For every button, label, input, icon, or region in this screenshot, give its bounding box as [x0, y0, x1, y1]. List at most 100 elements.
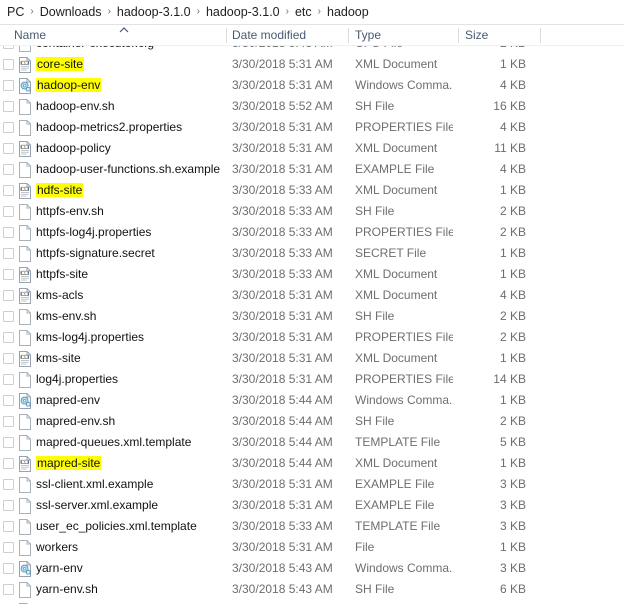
file-name[interactable]: kms-site [36, 348, 81, 369]
file-name[interactable]: container-executor.cfg [36, 46, 154, 54]
file-name[interactable]: core-site [36, 54, 85, 75]
row-checkbox[interactable] [3, 395, 14, 406]
row-checkbox[interactable] [3, 122, 14, 133]
row-checkbox[interactable] [3, 59, 14, 70]
file-row[interactable]: ssl-client.xml.example 3/30/2018 5:31 AM E… [0, 474, 624, 495]
file-name[interactable]: hadoop-env.sh [36, 96, 115, 117]
row-checkbox[interactable] [3, 584, 14, 595]
file-row[interactable]: httpfs-signature.secret 3/30/2018 5:33 AM… [0, 243, 624, 264]
file-row[interactable]: httpfs-env.sh 3/30/2018 5:33 AM SH File 2 K… [0, 201, 624, 222]
file-row[interactable]: yarnservice-log4j.properties 3/30/2018 5:… [0, 600, 624, 604]
file-row[interactable]: mapred-queues.xml.template 3/30/2018 5:44… [0, 432, 624, 453]
file-name[interactable]: httpfs-env.sh [36, 201, 104, 222]
breadcrumb-item[interactable]: Downloads [39, 0, 103, 24]
file-name[interactable]: ssl-server.xml.example [36, 495, 158, 516]
file-name[interactable]: hadoop-policy [36, 138, 111, 159]
row-checkbox[interactable] [3, 80, 14, 91]
file-row[interactable]: core-site 3/30/2018 5:31 AM XML Document 1 … [0, 54, 624, 75]
file-row[interactable]: mapred-env.sh 3/30/2018 5:44 AM SH File 2 K… [0, 411, 624, 432]
file-name[interactable]: httpfs-site [36, 264, 88, 285]
row-checkbox[interactable] [3, 563, 14, 574]
row-checkbox[interactable] [3, 290, 14, 301]
file-row[interactable]: kms-site 3/30/2018 5:31 AM XML Document 1 K… [0, 348, 624, 369]
file-name[interactable]: kms-env.sh [36, 306, 96, 327]
file-row[interactable]: yarn-env 3/30/2018 5:43 AM Windows Comma..… [0, 558, 624, 579]
file-name[interactable]: ssl-client.xml.example [36, 474, 153, 495]
row-checkbox[interactable] [3, 227, 14, 238]
file-name[interactable]: user_ec_policies.xml.template [36, 516, 197, 537]
breadcrumb-item[interactable]: hadoop-3.1.0 [205, 0, 281, 24]
row-checkbox[interactable] [3, 164, 14, 175]
file-row[interactable]: hadoop-user-functions.sh.example 3/30/201… [0, 159, 624, 180]
row-checkbox[interactable] [3, 542, 14, 553]
row-checkbox[interactable] [3, 332, 14, 343]
column-header-name[interactable]: Name [14, 25, 46, 46]
file-name[interactable]: mapred-site [36, 453, 102, 474]
file-list[interactable]: container-executor.cfg 3/30/2018 5:43 AM C… [0, 46, 624, 604]
file-name[interactable]: hadoop-env [36, 75, 102, 96]
file-row[interactable]: hadoop-env.sh 3/30/2018 5:52 AM SH File 16 … [0, 96, 624, 117]
file-row[interactable]: hadoop-env 3/30/2018 5:31 AM Windows Comma… [0, 75, 624, 96]
row-checkbox[interactable] [3, 311, 14, 322]
column-divider-4[interactable] [540, 28, 541, 43]
file-row[interactable]: ssl-server.xml.example 3/30/2018 5:31 AM E… [0, 495, 624, 516]
file-name[interactable]: httpfs-log4j.properties [36, 222, 151, 243]
file-row[interactable]: kms-env.sh 3/30/2018 5:31 AM SH File 2 KB [0, 306, 624, 327]
breadcrumb-item[interactable]: etc [294, 0, 313, 24]
column-header-date-modified[interactable]: Date modified [232, 25, 306, 46]
file-name[interactable]: log4j.properties [36, 369, 118, 390]
file-name[interactable]: hadoop-user-functions.sh.example [36, 159, 220, 180]
row-checkbox[interactable] [3, 479, 14, 490]
row-checkbox[interactable] [3, 269, 14, 280]
file-name[interactable]: kms-acls [36, 285, 83, 306]
file-name[interactable]: yarnservice-log4j.properties [36, 600, 183, 604]
row-checkbox[interactable] [3, 353, 14, 364]
row-checkbox[interactable] [3, 521, 14, 532]
row-checkbox[interactable] [3, 500, 14, 511]
file-name[interactable]: mapred-env.sh [36, 411, 115, 432]
row-checkbox[interactable] [3, 206, 14, 217]
file-row[interactable]: httpfs-site 3/30/2018 5:33 AM XML Document… [0, 264, 624, 285]
row-checkbox[interactable] [3, 46, 14, 49]
column-divider-1[interactable] [226, 28, 227, 43]
file-name[interactable]: httpfs-signature.secret [36, 243, 155, 264]
column-header-size[interactable]: Size [465, 25, 488, 46]
file-row[interactable]: kms-log4j.properties 3/30/2018 5:31 AM PRO… [0, 327, 624, 348]
row-checkbox[interactable] [3, 248, 14, 259]
breadcrumb-item[interactable]: PC [6, 0, 25, 24]
row-checkbox[interactable] [3, 185, 14, 196]
file-row[interactable]: workers 3/30/2018 5:31 AM File 1 KB [0, 537, 624, 558]
file-name[interactable]: mapred-queues.xml.template [36, 432, 191, 453]
file-row[interactable]: mapred-env 3/30/2018 5:44 AM Windows Comma… [0, 390, 624, 411]
file-row[interactable]: kms-acls 3/30/2018 5:31 AM XML Document 4 K… [0, 285, 624, 306]
row-checkbox[interactable] [3, 458, 14, 469]
row-checkbox[interactable] [3, 416, 14, 427]
file-name[interactable]: kms-log4j.properties [36, 327, 144, 348]
file-row[interactable]: hadoop-policy 3/30/2018 5:31 AM XML Docume… [0, 138, 624, 159]
file-name[interactable]: hdfs-site [36, 180, 84, 201]
file-date-modified: 3/30/2018 5:31 AM [232, 120, 333, 134]
file-row[interactable]: user_ec_policies.xml.template 3/30/2018 5… [0, 516, 624, 537]
column-header-type[interactable]: Type [355, 25, 381, 46]
file-row[interactable]: httpfs-log4j.properties 3/30/2018 5:33 AM… [0, 222, 624, 243]
file-name[interactable]: yarn-env.sh [36, 579, 98, 600]
row-checkbox[interactable] [3, 101, 14, 112]
file-name[interactable]: workers [36, 537, 78, 558]
file-row[interactable]: hadoop-metrics2.properties 3/30/2018 5:31… [0, 117, 624, 138]
breadcrumb-item[interactable]: hadoop [326, 0, 370, 24]
file-row[interactable]: yarn-env.sh 3/30/2018 5:43 AM SH File 6 KB [0, 579, 624, 600]
file-row[interactable]: mapred-site 3/30/2018 5:44 AM XML Document… [0, 453, 624, 474]
file-row[interactable]: log4j.properties 3/30/2018 5:31 AM PROPERT… [0, 369, 624, 390]
file-row[interactable]: container-executor.cfg 3/30/2018 5:43 AM C… [0, 46, 624, 54]
column-divider-3[interactable] [458, 28, 459, 43]
breadcrumb-item[interactable]: hadoop-3.1.0 [116, 0, 192, 24]
row-checkbox[interactable] [3, 437, 14, 448]
file-row[interactable]: hdfs-site 3/30/2018 5:33 AM XML Document 1 … [0, 180, 624, 201]
file-name[interactable]: hadoop-metrics2.properties [36, 117, 182, 138]
breadcrumb[interactable]: PC › Downloads › hadoop-3.1.0 › hadoop-3.1.0 › e… [0, 0, 624, 24]
row-checkbox[interactable] [3, 143, 14, 154]
column-divider-2[interactable] [348, 28, 349, 43]
file-name[interactable]: mapred-env [36, 390, 100, 411]
row-checkbox[interactable] [3, 374, 14, 385]
file-name[interactable]: yarn-env [36, 558, 83, 579]
